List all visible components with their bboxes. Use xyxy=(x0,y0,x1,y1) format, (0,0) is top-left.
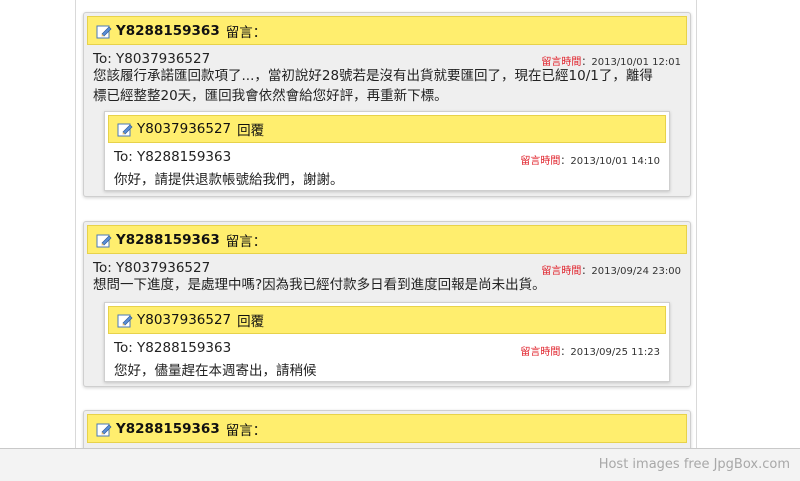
message-column: Y8288159363 留言： To: Y8037936527 留言時間：201… xyxy=(75,0,697,448)
reply-time: 留言時間：2013/09/25 11:23 xyxy=(520,343,660,358)
sender-id[interactable]: Y8288159363 xyxy=(116,232,220,248)
edit-icon[interactable] xyxy=(117,121,133,137)
message-header: Y8288159363 留言： xyxy=(87,16,687,45)
message-card: Y8288159363 留言： To: Y8037936527 留言時間：201… xyxy=(83,221,691,387)
reply-recipient: To: Y8288159363 xyxy=(114,149,232,165)
time-label: 留言時間 xyxy=(520,156,561,167)
reply-body: 您好，儘量趕在本週寄出，請稍候 xyxy=(114,363,317,379)
reply-body: 你好，請提供退款帳號給我們，謝謝。 xyxy=(114,172,344,188)
edit-icon[interactable] xyxy=(96,23,112,39)
recipient: To: Y8037936527 xyxy=(93,260,211,276)
reply-label: 回覆 xyxy=(237,123,265,139)
recipient: To: Y8037936527 xyxy=(93,51,211,67)
message-body-line: 想問一下進度，是處理中嗎?因為我已經付款多日看到進度回報是尚未出貨。 xyxy=(93,277,546,293)
watermark-text[interactable]: Host images free JpgBox.com xyxy=(599,457,790,472)
message-card: Y8288159363 留言： xyxy=(83,410,691,448)
message-body-line: 您該履行承諾匯回款項了...，當初說好28號若是沒有出貨就要匯回了，現在已經10… xyxy=(93,68,653,84)
message-body: 想問一下進度，是處理中嗎?因為我已經付款多日看到進度回報是尚未出貨。 xyxy=(93,275,673,295)
time-value: ：2013/09/25 11:23 xyxy=(560,347,660,358)
time-value: ：2013/10/01 14:10 xyxy=(560,156,660,167)
reply-sender-id[interactable]: Y8037936527 xyxy=(137,312,231,328)
message-card: Y8288159363 留言： To: Y8037936527 留言時間：201… xyxy=(83,12,691,197)
reply-box: Y8037936527 回覆 To: Y8288159363 留言時間：2013… xyxy=(104,111,670,191)
reply-label: 回覆 xyxy=(237,314,265,330)
message-label: 留言： xyxy=(225,233,267,250)
edit-icon[interactable] xyxy=(96,232,112,248)
sender-id[interactable]: Y8288159363 xyxy=(116,421,220,437)
footer-bar: Host images free JpgBox.com xyxy=(0,448,800,481)
edit-icon[interactable] xyxy=(96,421,112,437)
message-label: 留言： xyxy=(225,24,267,41)
message-header: Y8288159363 留言： xyxy=(87,225,687,254)
reply-sender-id[interactable]: Y8037936527 xyxy=(137,121,231,137)
reply-recipient: To: Y8288159363 xyxy=(114,340,232,356)
reply-header: Y8037936527 回覆 xyxy=(108,115,666,143)
message-body: 您該履行承諾匯回款項了...，當初說好28號若是沒有出貨就要匯回了，現在已經10… xyxy=(93,66,673,106)
reply-time: 留言時間：2013/10/01 14:10 xyxy=(520,152,660,167)
message-body-line: 標已經整整20天，匯回我會依然會給您好評，再重新下標。 xyxy=(93,88,448,104)
reply-box: Y8037936527 回覆 To: Y8288159363 留言時間：2013… xyxy=(104,302,670,382)
message-label: 留言： xyxy=(225,422,267,439)
message-header: Y8288159363 留言： xyxy=(87,414,687,443)
time-label: 留言時間 xyxy=(520,347,561,358)
sender-id[interactable]: Y8288159363 xyxy=(116,23,220,39)
reply-header: Y8037936527 回覆 xyxy=(108,306,666,334)
edit-icon[interactable] xyxy=(117,312,133,328)
